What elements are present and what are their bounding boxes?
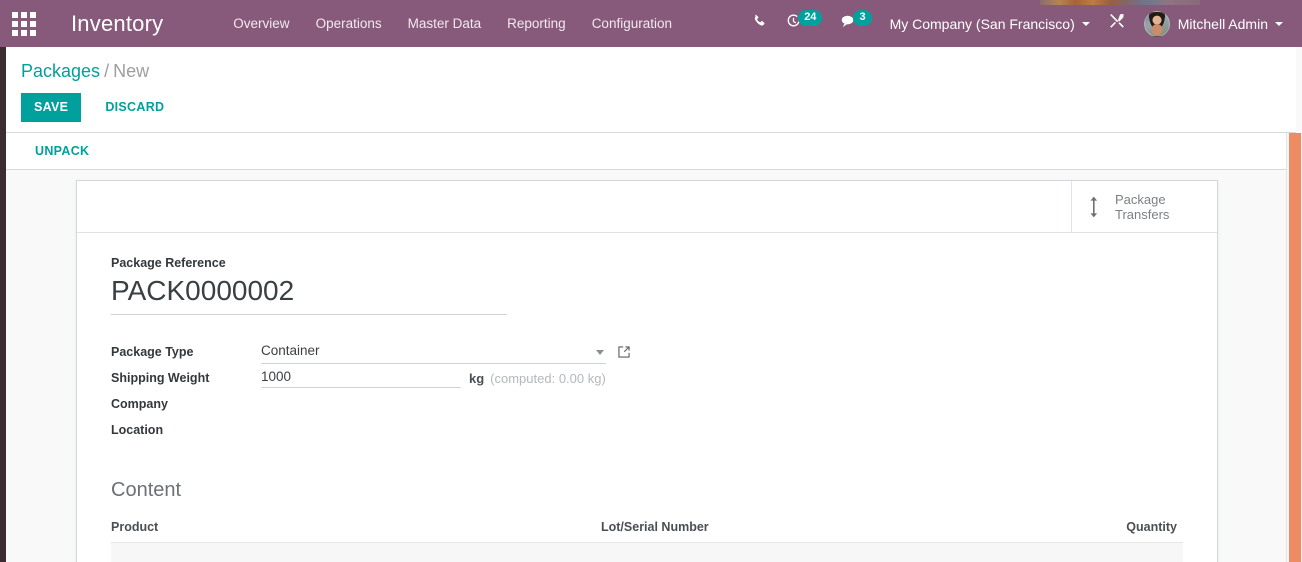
exchange-vertical-icon	[1084, 196, 1106, 218]
company-switcher[interactable]: My Company (San Francisco)	[881, 0, 1099, 47]
company-label: Company	[111, 397, 168, 411]
stat-button-label: Package Transfers	[1115, 192, 1169, 222]
tools-debug-icon	[1108, 12, 1126, 35]
column-header-lot-serial[interactable]: Lot/Serial Number	[601, 520, 1091, 543]
stat-button-package-transfers[interactable]: Package Transfers	[1071, 181, 1217, 233]
package-type-selected: Container	[261, 343, 320, 358]
stat-button-box: Package Transfers	[77, 181, 1217, 233]
package-reference-label: Package Reference	[111, 256, 226, 270]
form-field-grid: Package Type Container Shipping Weight 1…	[111, 339, 631, 443]
phone-button[interactable]	[743, 0, 776, 47]
form-sheet: Package Transfers Package Reference Pack…	[76, 180, 1218, 562]
company-value[interactable]	[261, 391, 631, 417]
shipping-weight-label: Shipping Weight	[111, 371, 210, 385]
content-table-header: Product Lot/Serial Number Quantity	[111, 520, 1183, 543]
menu-item-reporting[interactable]: Reporting	[494, 0, 579, 47]
menu-item-master-data[interactable]: Master Data	[395, 0, 495, 47]
save-button[interactable]: SAVE	[21, 93, 82, 122]
breadcrumb-item-packages[interactable]: Packages	[21, 61, 100, 81]
internal-link-icon[interactable]	[617, 345, 631, 359]
messages-count-badge: 3	[853, 9, 872, 26]
package-type-label: Package Type	[111, 345, 194, 359]
main-menu: Overview Operations Master Data Reportin…	[220, 0, 685, 47]
chevron-down-icon	[1081, 21, 1090, 26]
empty-cell-product	[111, 542, 601, 562]
activity-menu-button[interactable]: 24	[776, 0, 831, 47]
empty-cell-quantity	[1091, 542, 1183, 562]
chevron-down-icon	[596, 349, 604, 355]
activity-count-badge: 24	[798, 9, 823, 26]
menu-item-operations[interactable]: Operations	[303, 0, 395, 47]
app-brand-inventory[interactable]: Inventory	[71, 11, 163, 37]
form-fields-container: Package Reference Package Type Container	[77, 233, 1217, 562]
shipping-weight-unit: kg	[469, 370, 485, 386]
left-edge-rail	[0, 47, 6, 562]
shipping-weight-value: kg (computed: 0.00 kg)	[261, 365, 631, 391]
column-header-quantity[interactable]: Quantity	[1091, 520, 1183, 543]
content-table-body	[111, 542, 1183, 562]
table-row-empty	[111, 542, 1183, 562]
record-action-buttons: SAVE DISCARD	[21, 93, 1296, 122]
top-navbar: Inventory Overview Operations Master Dat…	[0, 0, 1302, 47]
package-type-value: Container	[261, 339, 631, 365]
menu-item-overview[interactable]: Overview	[220, 0, 302, 47]
odoo-inventory-package-form: Inventory Overview Operations Master Dat…	[0, 0, 1302, 562]
vertical-scrollbar-thumb[interactable]	[1289, 133, 1301, 562]
avatar	[1143, 10, 1170, 37]
content-lines-table: Product Lot/Serial Number Quantity	[111, 520, 1183, 562]
grid-apps-icon	[12, 11, 36, 36]
empty-cell-lot-serial	[601, 542, 1091, 562]
stat-label-line1: Package	[1115, 192, 1166, 207]
shipping-weight-computed-hint: (computed: 0.00 kg)	[490, 370, 606, 386]
user-menu-button[interactable]: Mitchell Admin	[1135, 0, 1292, 47]
user-name-label: Mitchell Admin	[1177, 15, 1268, 32]
location-label: Location	[111, 423, 164, 437]
company-name-label: My Company (San Francisco)	[889, 15, 1075, 32]
table-header-row: Product Lot/Serial Number Quantity	[111, 520, 1183, 543]
discard-button[interactable]: DISCARD	[92, 93, 177, 122]
menu-item-configuration[interactable]: Configuration	[579, 0, 685, 47]
breadcrumb-current: New	[113, 61, 150, 81]
breadcrumb-separator: /	[104, 61, 110, 81]
package-reference-input[interactable]	[111, 273, 507, 315]
content-section-heading: Content	[111, 479, 182, 501]
unpack-button[interactable]: UNPACK	[28, 139, 96, 163]
form-scroll-area: Package Transfers Package Reference Pack…	[6, 170, 1296, 562]
navbar-systray: 24 3 My Company (San Francisco) Mitchell…	[743, 0, 1302, 47]
package-type-dropdown[interactable]: Container	[261, 341, 606, 364]
messaging-menu-button[interactable]: 3	[831, 0, 880, 47]
apps-menu-toggle[interactable]	[0, 0, 48, 47]
breadcrumb: Packages / New	[6, 47, 1296, 82]
phone-icon	[752, 14, 767, 34]
background-image-strip	[1040, 0, 1200, 5]
control-panel: Packages / New SAVE DISCARD	[6, 47, 1296, 133]
form-action-bar: UNPACK	[6, 133, 1296, 170]
shipping-weight-input[interactable]	[261, 368, 461, 388]
stat-label-line2: Transfers	[1115, 207, 1170, 222]
column-header-product[interactable]: Product	[111, 520, 601, 543]
vertical-scrollbar-track[interactable]	[1286, 133, 1302, 562]
debug-tools-button[interactable]	[1099, 0, 1135, 47]
location-value[interactable]	[261, 417, 631, 443]
chevron-down-icon	[1275, 21, 1283, 26]
